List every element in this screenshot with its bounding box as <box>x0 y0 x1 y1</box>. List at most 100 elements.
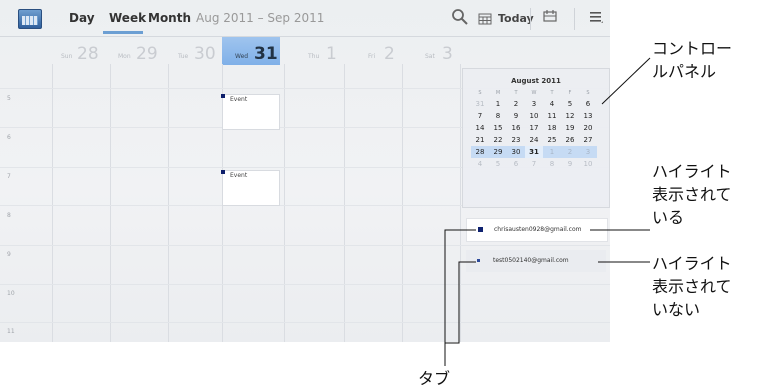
divider <box>574 8 575 30</box>
weekday-label: F <box>568 90 572 96</box>
hour-label: 6 <box>7 134 11 141</box>
day-name: Sun <box>61 53 73 60</box>
mini-calendar-day[interactable]: 31 <box>471 98 489 110</box>
mini-calendar-day[interactable]: 25 <box>543 134 561 146</box>
mini-calendar-day[interactable]: 3 <box>525 98 543 110</box>
mini-calendar-day[interactable]: 12 <box>561 110 579 122</box>
mini-calendar-day[interactable]: 10 <box>579 158 597 170</box>
mini-calendar[interactable]: S M T W T F S 31 1 2 3 4 5 6 7 8 9 10 11… <box>471 88 597 170</box>
mini-calendar-day[interactable]: 19 <box>561 122 579 134</box>
calendar-account-not-highlighted[interactable]: test0502140@gmail.com <box>466 250 606 272</box>
mini-calendar-day[interactable]: 7 <box>471 110 489 122</box>
date-range-title: Aug 2011 – Sep 2011 <box>196 11 325 25</box>
calendar-account-highlighted[interactable]: chrisausten0928@gmail.com <box>466 218 608 242</box>
hour-label: 10 <box>7 290 15 297</box>
day-header-mon[interactable]: Mon 29 <box>110 37 168 65</box>
search-icon[interactable] <box>451 8 469 26</box>
day-header-tue[interactable]: Tue 30 <box>168 37 226 65</box>
calendar-app-icon[interactable] <box>18 9 42 29</box>
annotation-tab: タブ <box>418 369 451 388</box>
mini-calendar-day[interactable]: 13 <box>579 110 597 122</box>
annotation-line: ハイライト <box>652 254 732 273</box>
day-name: Thu <box>308 53 320 60</box>
mini-calendar-day[interactable]: 17 <box>525 122 543 134</box>
day-number: 3 <box>442 44 453 64</box>
hour-label: 9 <box>7 251 11 258</box>
tab-month[interactable]: Month <box>148 11 191 25</box>
calendar-list-icon[interactable] <box>541 9 559 25</box>
mini-calendar-day[interactable]: 7 <box>525 158 543 170</box>
mini-calendar-day[interactable]: 22 <box>489 134 507 146</box>
grid-line <box>0 322 610 323</box>
mini-calendar-day[interactable]: 9 <box>507 110 525 122</box>
mini-calendar-day[interactable]: 4 <box>543 98 561 110</box>
today-icon <box>478 13 492 24</box>
menu-icon[interactable] <box>589 10 603 24</box>
annotation-line: ハイライト <box>652 162 732 181</box>
mini-calendar-day[interactable]: 11 <box>543 110 561 122</box>
grid-line <box>168 64 169 342</box>
day-header-sun[interactable]: Sun 28 <box>52 37 110 65</box>
calendar-event[interactable]: Event <box>221 170 280 206</box>
calendar-event[interactable]: Event <box>221 94 280 130</box>
grid-line <box>402 64 403 342</box>
mini-calendar-day[interactable]: 9 <box>561 158 579 170</box>
today-button[interactable]: Today <box>478 8 534 28</box>
mini-calendar-day[interactable]: 23 <box>507 134 525 146</box>
mini-calendar-day[interactable]: 28 <box>471 146 489 158</box>
mini-calendar-day[interactable]: 30 <box>507 146 525 158</box>
day-header-wed[interactable]: Wed 31 <box>222 37 280 65</box>
day-number: 31 <box>254 44 278 64</box>
grid-line <box>52 64 53 342</box>
annotation-line: 表示されて <box>652 277 732 296</box>
day-name: Wed <box>235 53 249 60</box>
weekday-label: S <box>586 90 590 96</box>
action-bar: Day Week Month Aug 2011 – Sep 2011 Today <box>0 0 610 36</box>
mini-calendar-day[interactable]: 2 <box>507 98 525 110</box>
mini-calendar-day[interactable]: 20 <box>579 122 597 134</box>
hour-label: 11 <box>7 328 15 335</box>
day-header-sat[interactable]: Sat 3 <box>402 37 460 65</box>
mini-calendar-day[interactable]: 21 <box>471 134 489 146</box>
day-header-thu[interactable]: Thu 1 <box>284 37 342 65</box>
mini-calendar-day[interactable]: 6 <box>507 158 525 170</box>
mini-calendar-day[interactable]: 15 <box>489 122 507 134</box>
divider <box>530 8 531 30</box>
weekday-label: T <box>550 90 554 96</box>
grid-line <box>0 245 610 246</box>
calendar-screen: Day Week Month Aug 2011 – Sep 2011 Today <box>0 0 610 342</box>
mini-calendar-day[interactable]: 26 <box>561 134 579 146</box>
day-name: Sat <box>425 53 435 60</box>
mini-calendar-day[interactable]: 5 <box>561 98 579 110</box>
mini-calendar-day[interactable]: 8 <box>543 158 561 170</box>
weekday-label: M <box>495 90 501 96</box>
tab-week[interactable]: Week <box>109 11 146 25</box>
mini-calendar-day[interactable]: 4 <box>471 158 489 170</box>
hour-label: 5 <box>7 95 11 102</box>
weekday-label: W <box>531 90 537 96</box>
mini-calendar-day[interactable]: 14 <box>471 122 489 134</box>
mini-calendar-day[interactable]: 29 <box>489 146 507 158</box>
day-name: Tue <box>178 53 189 60</box>
annotation-line: いない <box>652 300 701 319</box>
mini-calendar-day[interactable]: 3 <box>579 146 597 158</box>
mini-calendar-day-selected[interactable]: 31 <box>525 146 543 158</box>
mini-calendar-day[interactable]: 5 <box>489 158 507 170</box>
tab-day[interactable]: Day <box>69 11 95 25</box>
mini-calendar-day[interactable]: 27 <box>579 134 597 146</box>
mini-calendar-day[interactable]: 6 <box>579 98 597 110</box>
mini-calendar-day[interactable]: 8 <box>489 110 507 122</box>
mini-calendar-day[interactable]: 24 <box>525 134 543 146</box>
mini-calendar-day[interactable]: 18 <box>543 122 561 134</box>
day-number: 30 <box>194 44 216 64</box>
mini-calendar-day[interactable]: 10 <box>525 110 543 122</box>
mini-calendar-day[interactable]: 2 <box>561 146 579 158</box>
day-number: 29 <box>136 44 158 64</box>
day-number: 2 <box>384 44 395 64</box>
mini-calendar-day[interactable]: 16 <box>507 122 525 134</box>
day-header-fri[interactable]: Fri 2 <box>344 37 402 65</box>
mini-calendar-day[interactable]: 1 <box>489 98 507 110</box>
selected-tab-indicator <box>103 31 143 34</box>
mini-calendar-day[interactable]: 1 <box>543 146 561 158</box>
account-email: chrisausten0928@gmail.com <box>494 226 582 233</box>
